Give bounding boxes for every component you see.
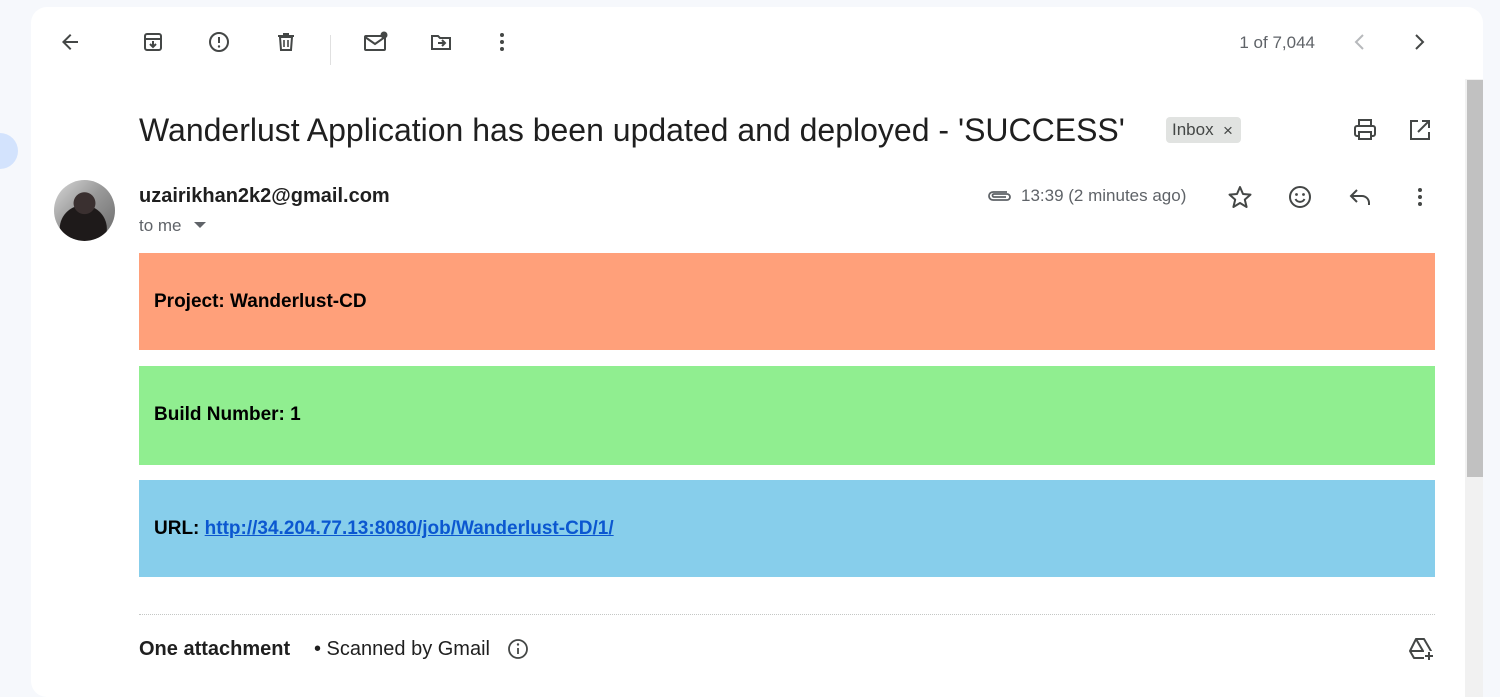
email-subject: Wanderlust Application has been updated … bbox=[139, 112, 1125, 148]
attachments-divider bbox=[139, 614, 1435, 615]
message-counter: 1 of 7,044 bbox=[1239, 33, 1315, 52]
reply-icon[interactable] bbox=[1347, 184, 1373, 210]
scanned-by-gmail-text: • Scanned by Gmail bbox=[314, 638, 490, 660]
back-arrow-icon[interactable] bbox=[58, 30, 82, 54]
more-vert-icon[interactable] bbox=[1407, 184, 1433, 210]
side-nav-indicator bbox=[0, 133, 18, 169]
add-to-drive-icon[interactable] bbox=[1407, 636, 1435, 662]
build-url-link[interactable]: http://34.204.77.13:8080/job/Wanderlust-… bbox=[205, 518, 614, 539]
build-number-text: Build Number: 1 bbox=[154, 404, 301, 425]
sender-avatar[interactable] bbox=[54, 180, 115, 241]
chevron-left-icon[interactable] bbox=[1348, 30, 1372, 54]
emoji-icon[interactable] bbox=[1287, 184, 1313, 210]
attachment-clip-icon bbox=[985, 187, 1013, 203]
mark-unread-icon[interactable] bbox=[363, 30, 389, 54]
recipient-details-chevron-down-icon[interactable] bbox=[194, 222, 206, 228]
more-vert-icon[interactable] bbox=[490, 30, 514, 54]
move-to-icon[interactable] bbox=[429, 30, 453, 54]
attachments-title: One attachment bbox=[139, 638, 291, 660]
archive-icon[interactable] bbox=[141, 30, 165, 54]
inbox-label-chip[interactable]: Inbox × bbox=[1166, 117, 1241, 143]
project-text: Project: Wanderlust-CD bbox=[154, 291, 367, 312]
inbox-label-text: Inbox bbox=[1172, 120, 1214, 139]
sender-email[interactable]: uzairikhan2k2@gmail.com bbox=[139, 184, 390, 208]
open-new-window-icon[interactable] bbox=[1407, 117, 1433, 143]
url-label: URL: bbox=[154, 518, 200, 539]
info-icon[interactable] bbox=[507, 638, 529, 660]
chevron-right-icon[interactable] bbox=[1407, 30, 1431, 54]
delete-icon[interactable] bbox=[274, 30, 298, 54]
report-spam-icon[interactable] bbox=[207, 30, 231, 54]
print-icon[interactable] bbox=[1352, 117, 1378, 143]
build-number-block: Build Number: 1 bbox=[139, 366, 1435, 465]
recipient-text[interactable]: to me bbox=[139, 216, 182, 236]
email-view-panel: 1 of 7,044 Wanderlust Application has be… bbox=[31, 7, 1483, 697]
url-block: URL: http://34.204.77.13:8080/job/Wander… bbox=[139, 480, 1435, 577]
toolbar-divider bbox=[330, 35, 331, 65]
scrollbar-thumb[interactable] bbox=[1467, 80, 1483, 477]
star-icon[interactable] bbox=[1227, 184, 1253, 210]
remove-label-icon[interactable]: × bbox=[1223, 121, 1233, 141]
email-timestamp: 13:39 (2 minutes ago) bbox=[1021, 186, 1187, 205]
project-block: Project: Wanderlust-CD bbox=[139, 253, 1435, 350]
